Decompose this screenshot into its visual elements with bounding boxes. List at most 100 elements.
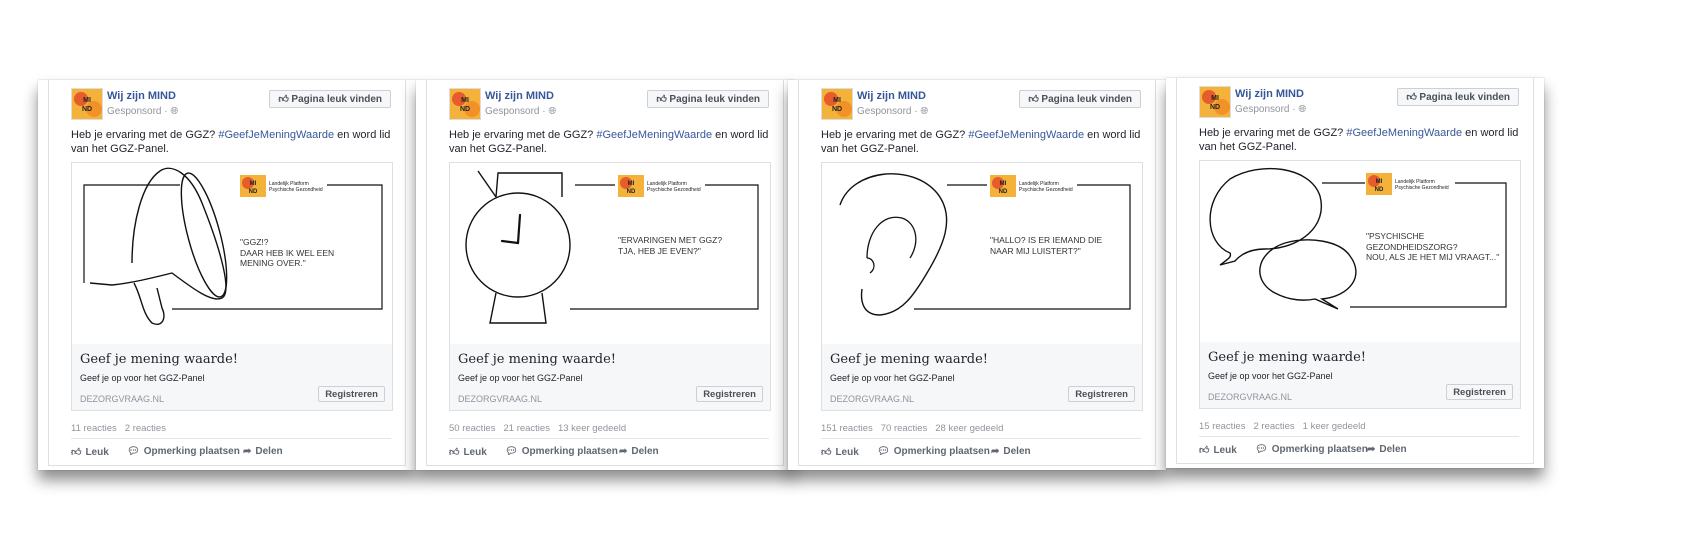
like-action[interactable]: 👍︎ Leuk	[1199, 444, 1237, 456]
action-bar: 👍︎ Leuk 💬︎ Opmerking plaatsen ➦ Delen	[71, 438, 391, 463]
thumbs-up-icon: 👍︎	[449, 447, 460, 458]
link-preview[interactable]: Geef je mening waarde! Geef je op voor h…	[1199, 342, 1521, 409]
post-text: Heb je ervaring met de GGZ? #GeefJeMenin…	[449, 129, 769, 155]
ad-quote: "HALLO? IS ER IEMAND DIE NAAR MIJ LUISTE…	[990, 235, 1103, 256]
globe-icon: 🌐︎	[920, 106, 929, 117]
like-page-button[interactable]: 👍︎ Pagina leuk vinden	[1397, 88, 1519, 106]
svg-text:MI: MI	[83, 97, 91, 104]
hashtag-link[interactable]: #GeefJeMeningWaarde	[596, 129, 712, 141]
svg-text:MI: MI	[1211, 95, 1219, 102]
ad-creative-image[interactable]: MI ND Landelijk Platform Psychische Gezondh…	[1199, 160, 1521, 344]
like-action[interactable]: 👍︎ Leuk	[449, 446, 487, 458]
reactions-count[interactable]: 11 reacties	[71, 423, 117, 434]
thumbs-up-icon: 👍︎	[821, 447, 832, 458]
ad-post-watch: MI ND Wij zijn MIND Gesponsord · 🌐︎ 👍︎ Pag…	[416, 80, 794, 470]
comments-count[interactable]: 21 reacties	[503, 423, 549, 434]
share-action[interactable]: ➦ Delen	[991, 446, 1031, 457]
svg-text:MI: MI	[461, 97, 469, 104]
share-icon: ➦	[1367, 444, 1376, 455]
like-page-button[interactable]: 👍︎ Pagina leuk vinden	[269, 90, 391, 108]
page-avatar[interactable]: MI ND	[71, 88, 103, 120]
svg-text:MI: MI	[250, 181, 257, 187]
page-avatar[interactable]: MI ND	[821, 88, 853, 120]
svg-text:ND: ND	[1375, 187, 1384, 193]
post-frame: MI ND Wij zijn MIND Gesponsord · 🌐︎ 👍︎ Pag…	[426, 80, 784, 466]
hashtag-link[interactable]: #GeefJeMeningWaarde	[1346, 127, 1462, 139]
reactions-count[interactable]: 50 reacties	[449, 423, 495, 434]
register-button[interactable]: Registreren	[696, 386, 763, 402]
svg-text:ND: ND	[249, 189, 258, 195]
hashtag-link[interactable]: #GeefJeMeningWaarde	[218, 129, 334, 141]
post-frame: MI ND Wij zijn MIND Gesponsord · 🌐︎ 👍︎ Pag…	[48, 80, 406, 466]
page-name[interactable]: Wij zijn MIND	[107, 90, 176, 102]
comments-count[interactable]: 2 reacties	[125, 423, 166, 434]
engagement-counts: 50 reacties 21 reacties 13 keer gedeeld	[449, 423, 634, 434]
link-description: Geef je op voor het GGZ-Panel	[80, 373, 205, 383]
shares-count[interactable]: 28 keer gedeeld	[935, 423, 1003, 434]
share-action[interactable]: ➦ Delen	[243, 446, 283, 457]
comment-icon: 💬︎	[877, 446, 890, 457]
thumbs-up-icon: 👍︎	[1199, 445, 1210, 456]
svg-text:MI: MI	[628, 181, 635, 187]
link-preview[interactable]: Geef je mening waarde! Geef je op voor h…	[821, 344, 1143, 411]
svg-text:MI: MI	[833, 97, 841, 104]
shares-count[interactable]: 1 keer gedeeld	[1303, 421, 1366, 432]
svg-text:MI: MI	[1376, 179, 1383, 185]
page-avatar[interactable]: MI ND	[1199, 86, 1231, 118]
engagement-counts: 11 reacties 2 reacties	[71, 423, 182, 434]
share-icon: ➦	[243, 446, 252, 457]
comment-icon: 💬︎	[127, 446, 140, 457]
post-frame: MI ND Wij zijn MIND Gesponsord · 🌐︎ 👍︎ Pag…	[1176, 78, 1534, 464]
comment-action[interactable]: 💬︎ Opmerking plaatsen	[877, 446, 990, 457]
like-page-button[interactable]: 👍︎ Pagina leuk vinden	[647, 90, 769, 108]
comment-action[interactable]: 💬︎ Opmerking plaatsen	[505, 446, 618, 457]
link-headline[interactable]: Geef je mening waarde!	[1208, 350, 1366, 365]
svg-text:ND: ND	[82, 106, 92, 113]
link-headline[interactable]: Geef je mening waarde!	[80, 352, 238, 367]
reactions-count[interactable]: 151 reacties	[821, 423, 873, 434]
share-action[interactable]: ➦ Delen	[1367, 444, 1407, 455]
svg-text:ND: ND	[1210, 104, 1220, 111]
ad-post-ear: MI ND Wij zijn MIND Gesponsord · 🌐︎ 👍︎ Pag…	[788, 80, 1166, 470]
link-description: Geef je op voor het GGZ-Panel	[830, 373, 955, 383]
thumbs-up-icon: 👍︎	[1028, 94, 1039, 105]
like-action[interactable]: 👍︎ Leuk	[821, 446, 859, 458]
link-domain: DEZORGVRAAG.NL	[1208, 392, 1293, 402]
page-avatar[interactable]: MI ND	[449, 88, 481, 120]
post-header: MI ND Wij zijn MIND Gesponsord · 🌐︎ 👍︎ Pag…	[449, 88, 769, 122]
link-preview[interactable]: Geef je mening waarde! Geef je op voor h…	[71, 344, 393, 411]
ad-creative-image[interactable]: MI ND Landelijk Platform Psychische Gezondh…	[71, 162, 393, 346]
register-button[interactable]: Registreren	[318, 386, 385, 402]
page-name[interactable]: Wij zijn MIND	[857, 90, 926, 102]
like-page-button[interactable]: 👍︎ Pagina leuk vinden	[1019, 90, 1141, 108]
link-headline[interactable]: Geef je mening waarde!	[830, 352, 988, 367]
hashtag-link[interactable]: #GeefJeMeningWaarde	[968, 129, 1084, 141]
ad-creative-image[interactable]: MI ND Landelijk Platform Psychische Gezondh…	[449, 162, 771, 346]
comment-icon: 💬︎	[1255, 444, 1268, 455]
like-action[interactable]: 👍︎ Leuk	[71, 446, 109, 458]
share-action[interactable]: ➦ Delen	[619, 446, 659, 457]
thumbs-up-icon: 👍︎	[1406, 92, 1417, 103]
svg-text:ND: ND	[999, 189, 1008, 195]
register-button[interactable]: Registreren	[1068, 386, 1135, 402]
action-bar: 👍︎ Leuk 💬︎ Opmerking plaatsen ➦ Delen	[449, 438, 769, 463]
reactions-count[interactable]: 15 reacties	[1199, 421, 1245, 432]
comments-count[interactable]: 70 reacties	[881, 423, 927, 434]
sponsored-label: Gesponsord · 🌐︎	[107, 106, 179, 117]
comment-action[interactable]: 💬︎ Opmerking plaatsen	[127, 446, 240, 457]
link-headline[interactable]: Geef je mening waarde!	[458, 352, 616, 367]
ad-creative-image[interactable]: MI ND Landelijk Platform Psychische Gezondh…	[821, 162, 1143, 346]
register-button[interactable]: Registreren	[1446, 384, 1513, 400]
page-name[interactable]: Wij zijn MIND	[1235, 88, 1304, 100]
link-domain: DEZORGVRAAG.NL	[830, 394, 915, 404]
comment-action[interactable]: 💬︎ Opmerking plaatsen	[1255, 444, 1368, 455]
shares-count[interactable]: 13 keer gedeeld	[558, 423, 626, 434]
link-preview[interactable]: Geef je mening waarde! Geef je op voor h…	[449, 344, 771, 411]
post-text: Heb je ervaring met de GGZ? #GeefJeMenin…	[1199, 127, 1519, 153]
comments-count[interactable]: 2 reacties	[1253, 421, 1294, 432]
svg-text:Psychische Gezondheid: Psychische Gezondheid	[269, 187, 323, 193]
page-name[interactable]: Wij zijn MIND	[485, 90, 554, 102]
svg-text:ND: ND	[832, 106, 842, 113]
post-text: Heb je ervaring met de GGZ? #GeefJeMenin…	[821, 129, 1141, 155]
globe-icon: 🌐︎	[1298, 104, 1307, 115]
